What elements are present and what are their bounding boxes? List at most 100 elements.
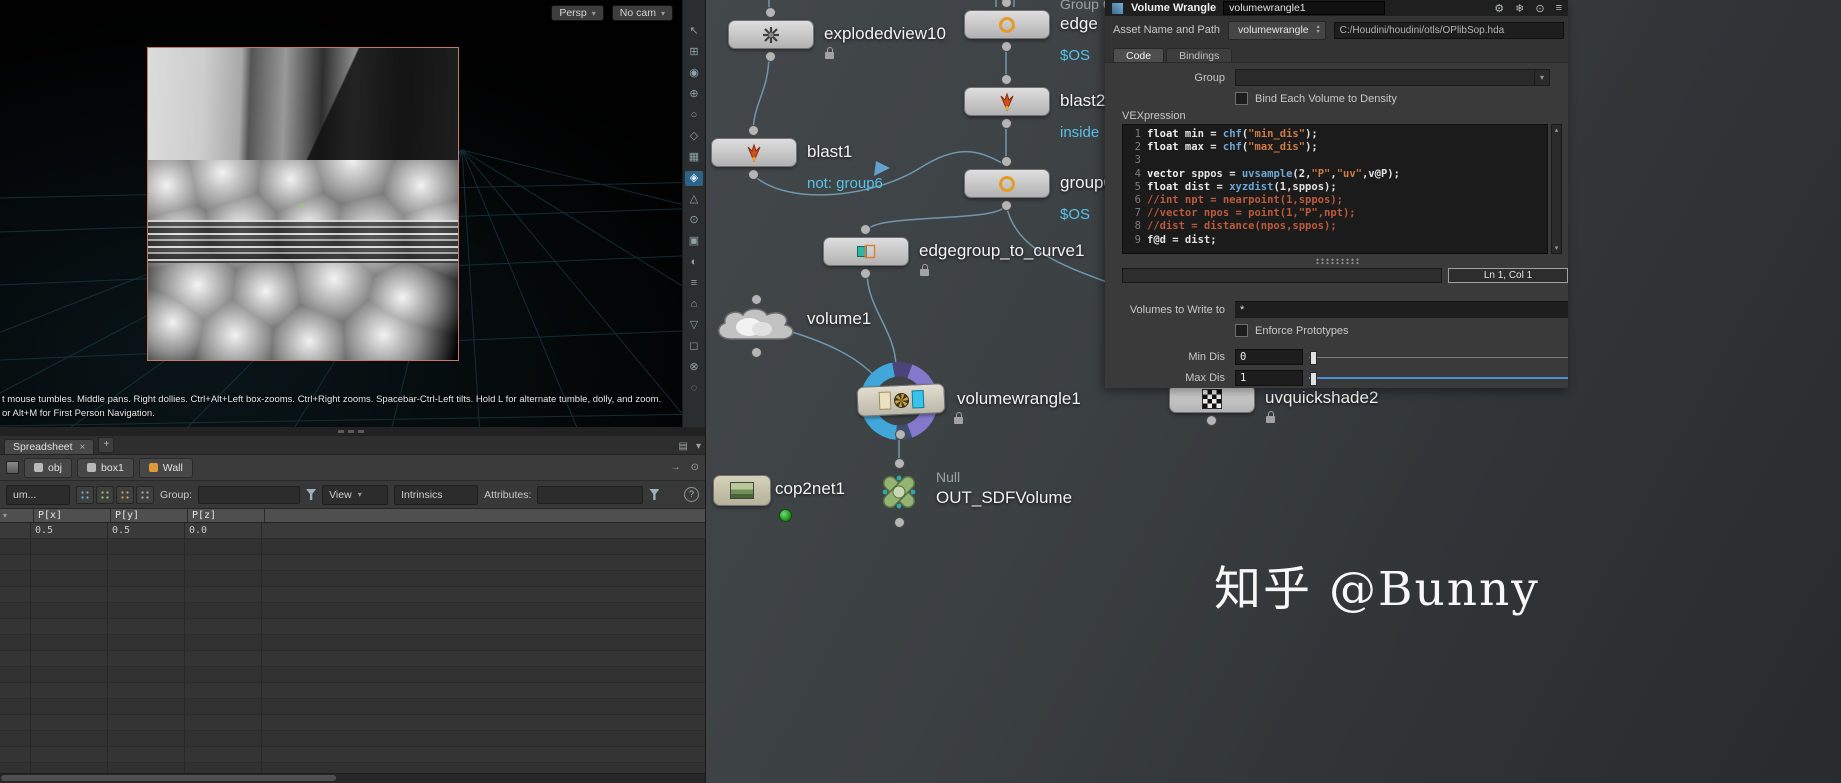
code-line[interactable]: 3 (1123, 154, 1547, 167)
group-dropdown-icon[interactable]: ▾ (1533, 70, 1549, 85)
table-row[interactable]: 0.5 0.5 0.0 (0, 523, 705, 539)
camera-menu[interactable]: No cam ▾ (611, 5, 673, 21)
points-mode-button[interactable] (76, 485, 94, 504)
node-explodedview10[interactable]: explodedview10 (728, 7, 946, 62)
code-line[interactable]: 7 //vector npos = point(1,"P",npt); (1123, 207, 1547, 220)
search-icon[interactable]: ⊙ (1535, 2, 1544, 15)
pane-maximize-icon[interactable]: ▤ (679, 441, 688, 452)
node-edge[interactable]: Group Cedge $OS (964, 0, 1113, 64)
enforce-prototypes-checkbox[interactable] (1235, 324, 1248, 337)
column-header[interactable]: P[x] (34, 509, 111, 522)
min-dis-slider[interactable] (1309, 349, 1568, 365)
breadcrumb-box1[interactable]: box1 (77, 457, 134, 478)
editor-scrollbar[interactable]: ▴ ▾ (1551, 124, 1562, 254)
corner-header[interactable]: ▾ (0, 509, 34, 522)
node-body[interactable] (964, 10, 1050, 39)
pane-divider[interactable] (0, 427, 705, 436)
pane-link-icon[interactable] (6, 461, 19, 474)
wireframe-toggle-icon[interactable]: △ (685, 192, 703, 207)
handles-toggle-icon[interactable]: ≡ (685, 276, 703, 291)
help-icon[interactable]: ? (684, 487, 699, 502)
vex-code-editor[interactable]: 1 float min = chf("min_dis"); 2 float max =… (1122, 124, 1548, 254)
column-header[interactable]: P[y] (111, 509, 188, 522)
attributes-funnel-icon[interactable] (649, 489, 660, 500)
grid-toggle-icon[interactable]: ▦ (685, 150, 703, 165)
input-connector[interactable] (751, 294, 762, 305)
output-connector[interactable] (1001, 41, 1012, 52)
output-connector[interactable] (894, 517, 905, 528)
render-region-icon[interactable]: ⊗ (685, 360, 703, 375)
output-connector[interactable] (1206, 415, 1217, 426)
scale-tool-icon[interactable]: ⊕ (685, 87, 703, 102)
input-connector[interactable] (1001, 74, 1012, 85)
breadcrumb-obj[interactable]: obj (24, 457, 73, 478)
node-volumewrangle1[interactable]: volumewrangle1 (856, 362, 1081, 440)
horizontal-scrollbar[interactable] (0, 773, 705, 783)
view-tool-icon[interactable]: ○ (685, 108, 703, 123)
rotate-tool-icon[interactable]: ◉ (685, 66, 703, 81)
volumes-field[interactable] (1235, 301, 1568, 318)
pane-menu-icon[interactable]: ▾ (696, 441, 701, 452)
code-line[interactable]: 6 //int npt = nearpoint(1,sppos); (1123, 194, 1547, 207)
input-connector[interactable] (860, 224, 871, 235)
display-options-icon[interactable]: ▣ (685, 234, 703, 249)
node-OUT_SDFVolume[interactable]: Null OUT_SDFVolume (876, 458, 1072, 528)
code-line[interactable]: 9 f@d = dist; (1123, 234, 1547, 247)
menu-icon[interactable]: ≡ (1556, 2, 1562, 15)
output-connector[interactable] (860, 268, 871, 279)
perspective-view-menu[interactable]: Persp ▾ (551, 5, 604, 21)
attributes-filter-input[interactable] (537, 485, 644, 504)
snap-toggle-icon[interactable]: ◇ (685, 129, 703, 144)
slider-handle[interactable] (1310, 350, 1317, 365)
asset-select[interactable]: volumewrangle ▴ ▾ (1228, 20, 1326, 40)
group-filter-input[interactable] (198, 485, 301, 504)
node-body[interactable] (713, 475, 771, 506)
node-body[interactable] (964, 87, 1050, 116)
material-preview-icon[interactable]: ◐ (685, 255, 703, 270)
scroll-up-icon[interactable]: ▴ (1555, 126, 1559, 134)
camera-lock-icon[interactable]: ◻ (685, 339, 703, 354)
vertices-mode-button[interactable] (96, 485, 114, 504)
lighting-toggle-icon[interactable]: ⊙ (685, 213, 703, 228)
home-view-icon[interactable]: ⌂ (685, 297, 703, 312)
spinner-icon[interactable]: ▴ ▾ (1317, 24, 1320, 35)
follow-selection-icon[interactable]: → (671, 462, 681, 473)
add-tab-button[interactable]: + (98, 437, 115, 453)
min-dis-field[interactable] (1235, 348, 1303, 365)
column-filter-select[interactable]: um... (6, 484, 70, 505)
node-blast1[interactable]: blast1 not: group6 (711, 125, 883, 192)
column-header[interactable]: P[z] (188, 509, 265, 522)
node-uvquickshade2[interactable]: uvquickshade2 (1169, 371, 1378, 426)
code-line[interactable]: 1 float min = chf("min_dis"); (1123, 128, 1547, 141)
tab-code[interactable]: Code (1113, 48, 1165, 62)
node-body[interactable] (876, 469, 922, 515)
output-connector[interactable] (1001, 200, 1012, 211)
editor-resize-grip[interactable] (1314, 258, 1359, 264)
bind-density-checkbox[interactable] (1235, 92, 1248, 105)
view-select[interactable]: View ▾ (322, 484, 389, 505)
sheet-body[interactable]: 0.5 0.5 0.0 (0, 523, 705, 773)
select-tool-icon[interactable]: ↖ (685, 24, 703, 39)
snippet-field[interactable] (1122, 268, 1442, 283)
asset-path-field[interactable] (1333, 21, 1564, 39)
node-cop2net1[interactable]: cop2net1 (713, 475, 845, 522)
node-volume1[interactable]: volume1 (711, 294, 871, 358)
breadcrumb-wall[interactable]: Wall (138, 457, 193, 478)
freeze-icon[interactable]: ❄ (1515, 2, 1524, 15)
scroll-down-icon[interactable]: ▾ (1555, 244, 1559, 252)
input-connector[interactable] (748, 125, 759, 136)
ghost-other-objects-icon[interactable]: ◌ (685, 381, 703, 396)
node-body[interactable] (1169, 384, 1255, 413)
node-body[interactable] (711, 138, 797, 167)
input-connector[interactable] (1001, 156, 1012, 167)
divider-grip[interactable] (337, 430, 368, 433)
max-dis-slider[interactable] (1309, 370, 1568, 386)
frame-selected-icon[interactable]: ▽ (685, 318, 703, 333)
code-line[interactable]: 5 float dist = xyzdist (1,sppos); (1123, 181, 1547, 194)
tab-spreadsheet[interactable]: Spreadsheet × (4, 439, 95, 454)
output-connector[interactable] (751, 347, 762, 358)
geometry-plane[interactable] (147, 47, 459, 361)
node-blast2[interactable]: blast2 inside (964, 74, 1105, 141)
translate-tool-icon[interactable]: ⊞ (685, 45, 703, 60)
node-edgegroup_to_curve1[interactable]: edgegroup_to_curve1 (823, 224, 1084, 279)
